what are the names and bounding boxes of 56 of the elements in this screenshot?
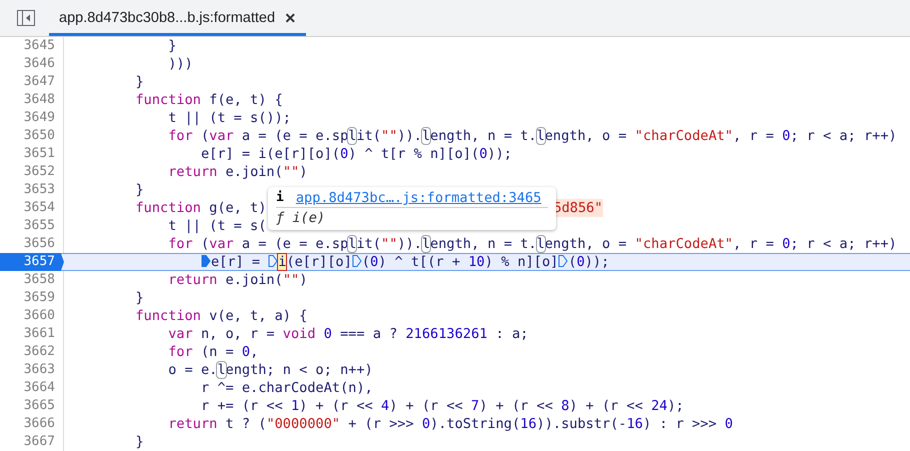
line-number[interactable]: 3652: [0, 163, 64, 181]
line-number[interactable]: 3662: [0, 343, 64, 361]
line-number[interactable]: 3654: [0, 199, 64, 217]
code-line: e[r] = i(e[r][o](0) ^ t[r % n][o](0));: [200, 145, 512, 163]
code-line: r ^= e.charCodeAt(n),: [200, 379, 373, 397]
line-number[interactable]: 3664: [0, 379, 64, 397]
code-line: o = e.length; n < o; n++): [167, 361, 373, 379]
line-number[interactable]: 3651: [0, 145, 64, 163]
line-number[interactable]: 3660: [0, 307, 64, 325]
tab-label[interactable]: app.8d473bc30b8...b.js:formatted: [59, 10, 276, 26]
code-line: function v(e, t, a) {: [134, 307, 308, 325]
breakpoint-marker-icon[interactable]: [558, 254, 568, 268]
code-line: }: [134, 73, 144, 91]
code-line: }: [134, 289, 144, 307]
code-line: }: [167, 37, 176, 55]
code-line: return t ? ("0000000" + (r >>> 0).toString(16)).substr(-16) : r >>> 0: [167, 415, 733, 433]
breakpoint-marker-icon[interactable]: [200, 254, 211, 268]
line-number[interactable]: 3663: [0, 361, 64, 379]
code-line: var n, o, r = void 0 === a ? 2166136261 : a;: [167, 325, 528, 343]
line-number[interactable]: 3659: [0, 289, 64, 307]
line-number[interactable]: 3649: [0, 109, 64, 127]
code-line: }: [134, 433, 144, 451]
breakpoint-marker-icon[interactable]: [352, 254, 362, 268]
source-link[interactable]: app.8d473bc….js:formatted:3465: [296, 190, 542, 206]
string-fragment: 5d856": [553, 199, 603, 217]
code-line: }: [134, 181, 144, 199]
line-number[interactable]: 3665: [0, 397, 64, 415]
close-icon[interactable]: ×: [285, 8, 296, 28]
line-number[interactable]: 3667: [0, 433, 64, 451]
info-label: i: [276, 190, 284, 206]
function-signature: ƒ i(e): [276, 210, 326, 226]
code-line: for (var a = (e = e.split("")).length, n = t.length, o = "charCodeAt", r = 0; r < a; r++): [167, 235, 897, 253]
code-line: ))): [167, 55, 193, 73]
code-line: t || (t = s(: [167, 217, 266, 235]
line-number[interactable]: 3655: [0, 217, 64, 235]
code-line: return e.join(""): [167, 163, 308, 181]
line-number[interactable]: 3645: [0, 37, 64, 55]
sidebar-toggle-icon[interactable]: [17, 10, 35, 26]
line-number[interactable]: 3650: [0, 127, 64, 145]
code-line: for (n = 0,: [167, 343, 258, 361]
line-number[interactable]: 3657: [0, 253, 64, 271]
code-line: return e.join(""): [167, 271, 308, 289]
line-number[interactable]: 3646: [0, 55, 64, 73]
line-number[interactable]: 3666: [0, 415, 64, 433]
code-line: function f(e, t) {: [134, 91, 283, 109]
line-number[interactable]: 3648: [0, 91, 64, 109]
code-line: e[r] = i(e[r][o] (0) ^ t[(r + 10) % n][o] (0));: [64, 253, 610, 271]
code-line: r += (r << 1) + (r << 4) + (r << 7) + (r << 8) + (r << 24);: [200, 397, 684, 415]
code-line: function g(e, t): [134, 199, 266, 217]
line-number[interactable]: 3658: [0, 271, 64, 289]
code-line: t || (t = s());: [167, 109, 291, 127]
line-number[interactable]: 3653: [0, 181, 64, 199]
line-number[interactable]: 3661: [0, 325, 64, 343]
breakpoint-marker-icon[interactable]: [268, 254, 278, 268]
code-line: for (var a = (e = e.split("")).length, n = t.length, o = "charCodeAt", r = 0; r < a; r++): [167, 127, 897, 145]
line-number[interactable]: 3647: [0, 73, 64, 91]
